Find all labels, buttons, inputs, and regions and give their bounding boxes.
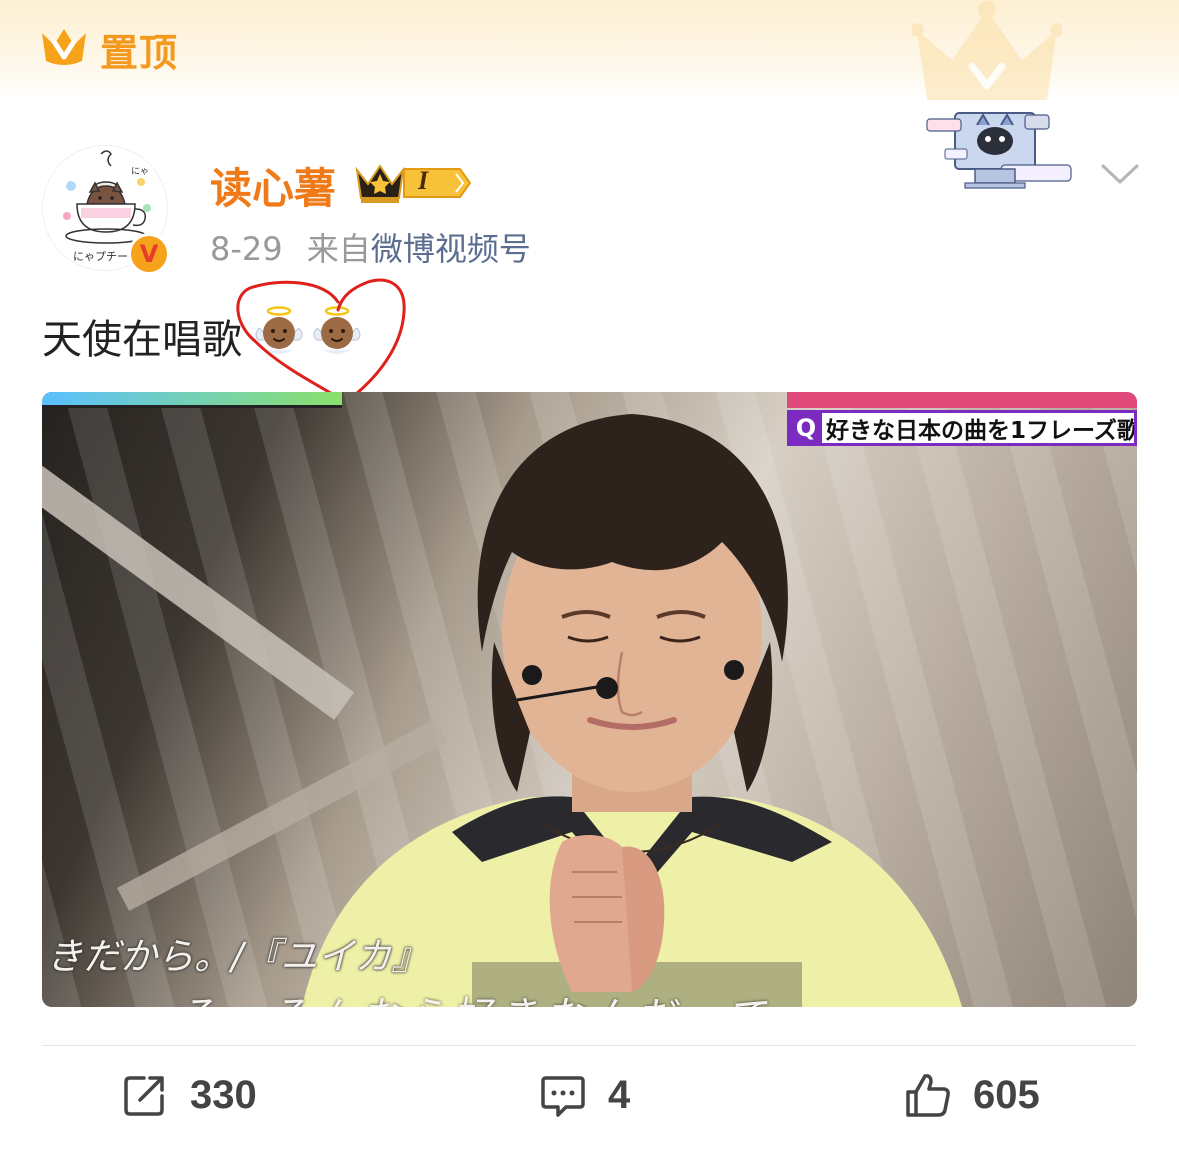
repost-button[interactable]: 330 [122,1072,257,1118]
performer-figure [302,414,962,1007]
post-meta: 8-29 来自微博视频号 [210,224,531,270]
divider [42,1045,1137,1046]
post-source-link[interactable]: 微博视频号 [371,230,531,268]
like-button[interactable]: 605 [905,1072,1040,1118]
member-level-text: I [418,166,429,195]
repost-count: 330 [190,1072,257,1117]
crown-v-icon [42,29,86,65]
member-crown-icon[interactable] [354,160,406,204]
comment-count: 4 [608,1072,631,1117]
subtitle-bottom: そーそんなら好きなんだって [182,984,778,1007]
thumbs-up-icon [906,1074,950,1117]
subtitle-left: きだから。/『ユイカ』 [46,935,429,978]
post-date: 8-29 [210,230,283,268]
comment-icon [541,1076,585,1117]
avatar-caption: にゃプチー [73,250,128,263]
avatar-tag: にゃ [131,166,149,177]
share-icon [124,1076,164,1116]
pinned-label: 置顶 [100,31,179,75]
author-name[interactable]: 读心薯 [210,155,336,216]
verified-badge-icon: V [128,233,170,275]
source-prefix: 来自 [306,230,371,268]
decorative-crown-icon [912,1,1062,100]
cat-computer-sticker-icon [926,112,1072,189]
chevron-down-icon[interactable] [1100,160,1140,188]
video-player[interactable]: Q 好きな日本の曲を1フレーズ歌 きだから。/『ユイカ』 そーそんなら好きなんだ… [42,392,1137,1007]
pinned-banner: 置顶 [0,0,1179,100]
red-heart-annotation [236,278,406,404]
comment-button[interactable]: 4 [540,1072,630,1118]
post-text: 天使在唱歌 [42,317,242,363]
member-level-badge[interactable] [402,166,472,200]
like-count: 605 [973,1072,1040,1117]
